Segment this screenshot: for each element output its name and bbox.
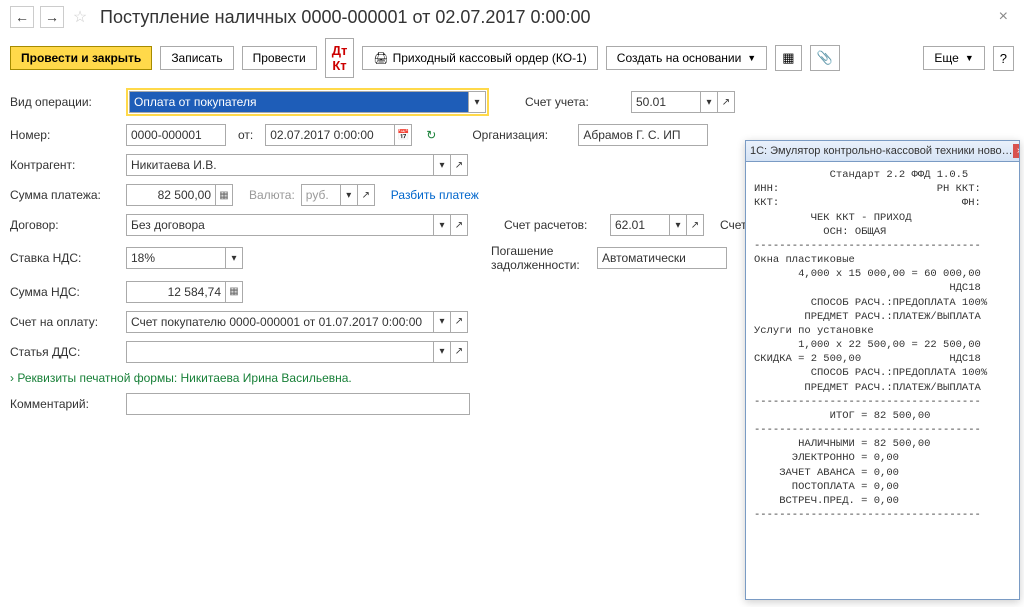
dds-label: Статья ДДС: <box>10 345 120 359</box>
attach-button[interactable]: 📎 <box>810 45 840 71</box>
open-button[interactable]: ↗ <box>686 214 704 236</box>
open-button[interactable]: ↗ <box>717 91 735 113</box>
dropdown-button[interactable]: ▾ <box>669 214 687 236</box>
from-label: от: <box>238 128 253 142</box>
page-title: Поступление наличных 0000-000001 от 02.0… <box>100 7 591 28</box>
counterparty-label: Контрагент: <box>10 158 120 172</box>
contract-label: Договор: <box>10 218 120 232</box>
popup-title: 1С: Эмулятор контрольно-кассовой техники… <box>750 145 1013 157</box>
submit-button[interactable]: Провести <box>242 46 317 70</box>
kkt-emulator-popup: 1С: Эмулятор контрольно-кассовой техники… <box>745 140 1020 600</box>
printer-icon: 🖨 <box>373 51 388 65</box>
settlement-acc-label: Счет расчетов: <box>504 218 604 232</box>
dropdown-button[interactable]: ▾ <box>433 154 451 176</box>
vat-sum-field[interactable]: 12 584,74 <box>126 281 226 303</box>
dropdown-button[interactable]: ▾ <box>433 214 451 236</box>
currency-field[interactable]: руб. <box>301 184 341 206</box>
receipt-text: Стандарт 2.2 ФФД 1.0.5 ИНН: РН ККТ: ККТ:… <box>746 162 1019 599</box>
create-based-button[interactable]: Создать на основании ▼ <box>606 46 767 70</box>
dt-kt-icon: ДтКт <box>332 43 348 73</box>
close-icon[interactable]: × <box>993 8 1014 26</box>
submit-close-button[interactable]: Провести и закрыть <box>10 46 152 70</box>
help-button[interactable]: ? <box>993 46 1014 71</box>
settlement-acc-field[interactable]: 62.01 <box>610 214 670 236</box>
chevron-right-icon: › <box>10 371 14 385</box>
chevron-down-icon: ▼ <box>747 53 756 63</box>
paperclip-icon: 📎 <box>817 50 833 66</box>
refresh-icon[interactable]: ↻ <box>426 128 436 142</box>
dds-field[interactable] <box>126 341 434 363</box>
number-label: Номер: <box>10 128 120 142</box>
open-button[interactable]: ↗ <box>450 341 468 363</box>
counterparty-field[interactable]: Никитаева И.В. <box>126 154 434 176</box>
more-button[interactable]: Еще ▼ <box>923 46 984 70</box>
nav-back-button[interactable]: ← <box>10 6 34 28</box>
settlement-2-label: Счет <box>720 218 747 232</box>
comment-field[interactable] <box>126 393 470 415</box>
nav-forward-button[interactable]: → <box>40 6 64 28</box>
dropdown-button[interactable]: ▾ <box>433 341 451 363</box>
comment-label: Комментарий: <box>10 397 120 411</box>
save-button[interactable]: Записать <box>160 46 233 70</box>
print-requisites-link[interactable]: › Реквизиты печатной формы: Никитаева Ир… <box>10 371 352 385</box>
vat-rate-label: Ставка НДС: <box>10 251 120 265</box>
contract-field[interactable]: Без договора <box>126 214 434 236</box>
account-field[interactable]: 50.01 <box>631 91 701 113</box>
number-field[interactable]: 0000-000001 <box>126 124 226 146</box>
dropdown-button[interactable]: ▾ <box>433 311 451 333</box>
popup-close-button[interactable]: × <box>1013 144 1019 158</box>
account-label: Счет учета: <box>525 95 625 109</box>
calculator-button[interactable]: ▦ <box>225 281 243 303</box>
cash-order-button[interactable]: 🖨 Приходный кассовый ордер (КО-1) <box>362 46 597 70</box>
dropdown-button[interactable]: ▾ <box>340 184 358 206</box>
debt-repay-field[interactable]: Автоматически <box>597 247 727 269</box>
payment-sum-field[interactable]: 82 500,00 <box>126 184 216 206</box>
invoice-label: Счет на оплату: <box>10 315 120 329</box>
dropdown-button[interactable]: ▾ <box>700 91 718 113</box>
favorite-icon[interactable]: ☆ <box>70 7 90 27</box>
invoice-field[interactable]: Счет покупателю 0000-000001 от 01.07.201… <box>126 311 434 333</box>
calculator-button[interactable]: ▦ <box>215 184 233 206</box>
report-button[interactable]: ▦ <box>775 45 801 71</box>
open-button[interactable]: ↗ <box>450 214 468 236</box>
document-icon: ▦ <box>782 50 794 66</box>
debit-credit-button[interactable]: ДтКт <box>325 38 355 78</box>
date-field[interactable]: 02.07.2017 0:00:00 <box>265 124 395 146</box>
open-button[interactable]: ↗ <box>357 184 375 206</box>
split-payment-link[interactable]: Разбить платеж <box>391 188 479 202</box>
payment-sum-label: Сумма платежа: <box>10 188 120 202</box>
chevron-down-icon: ▼ <box>965 53 974 63</box>
currency-label: Валюта: <box>249 188 295 202</box>
dropdown-button[interactable]: ▾ <box>468 91 486 113</box>
calendar-button[interactable]: 📅 <box>394 124 412 146</box>
vat-sum-label: Сумма НДС: <box>10 285 120 299</box>
debt-repay-label: Погашение задолженности: <box>491 244 591 273</box>
open-button[interactable]: ↗ <box>450 154 468 176</box>
organization-label: Организация: <box>472 128 572 142</box>
operation-type-label: Вид операции: <box>10 95 120 109</box>
open-button[interactable]: ↗ <box>450 311 468 333</box>
operation-type-field[interactable]: Оплата от покупателя <box>129 91 469 113</box>
dropdown-button[interactable]: ▾ <box>225 247 243 269</box>
vat-rate-field[interactable]: 18% <box>126 247 226 269</box>
organization-field[interactable]: Абрамов Г. С. ИП <box>578 124 708 146</box>
